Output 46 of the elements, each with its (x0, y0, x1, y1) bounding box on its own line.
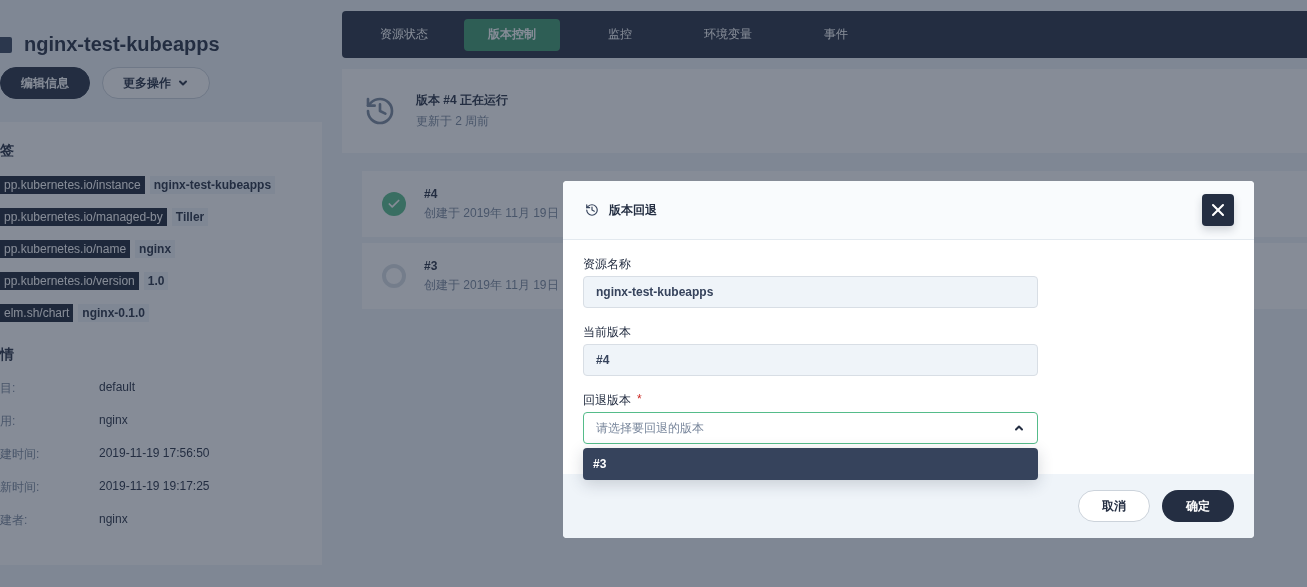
section-heading: 情 (0, 346, 15, 364)
field-label: 资源名称 (583, 256, 631, 273)
tab[interactable]: 监控 (572, 18, 668, 51)
label-value: nginx (135, 240, 176, 258)
cancel-button[interactable]: 取消 (1078, 490, 1150, 522)
history-icon (585, 203, 599, 217)
label-key: pp.kubernetes.io/version (0, 272, 139, 290)
detail-label: 用: (0, 413, 17, 430)
section-heading: 签 (0, 142, 15, 160)
confirm-button[interactable]: 确定 (1162, 490, 1234, 522)
detail-value: nginx (99, 413, 128, 429)
required-mark: * (637, 392, 642, 408)
dialog-title: 版本回退 (609, 201, 658, 219)
readonly-field[interactable]: nginx-test-kubeapps (583, 276, 1038, 308)
history-icon (364, 95, 396, 127)
readonly-field[interactable]: #4 (583, 344, 1038, 376)
tab[interactable]: 事件 (788, 18, 884, 51)
resource-title: nginx-test-kubeapps (24, 33, 220, 56)
detail-value: nginx (99, 512, 128, 528)
label-key: pp.kubernetes.io/managed-by (0, 208, 167, 226)
detail-value: 2019-11-19 17:56:50 (99, 446, 210, 462)
detail-value: 2019-11-19 19:17:25 (99, 479, 210, 495)
label-value: nginx-0.1.0 (78, 304, 150, 322)
dropdown-option[interactable]: #3 (583, 448, 1038, 480)
tab[interactable]: 资源状态 (356, 18, 452, 51)
detail-label: 建者: (0, 512, 29, 529)
field-label: 回退版本 (583, 392, 631, 409)
tab[interactable]: 环境变量 (680, 18, 776, 51)
edit-button[interactable]: 编辑信息 (0, 67, 90, 99)
detail-label: 新时间: (0, 479, 41, 496)
version-select[interactable]: 请选择要回退的版本 (583, 412, 1038, 444)
detail-label: 建时间: (0, 446, 41, 463)
label-value: 1.0 (143, 272, 169, 290)
label-key: elm.sh/chart (0, 304, 74, 322)
more-actions-button[interactable]: 更多操作 (102, 67, 210, 99)
label-value: nginx-test-kubeapps (149, 176, 276, 194)
app-icon (0, 36, 12, 53)
label-key: pp.kubernetes.io/name (0, 240, 131, 258)
current-version-title: 版本 #4 正在运行 (416, 92, 508, 109)
close-button[interactable] (1202, 194, 1234, 226)
revision-name: #4 (424, 186, 439, 201)
revision-name: #3 (424, 258, 439, 273)
field-label: 当前版本 (583, 324, 631, 341)
label-key: pp.kubernetes.io/instance (0, 176, 145, 194)
label-value: Tiller (171, 208, 209, 226)
detail-value: default (99, 380, 136, 396)
